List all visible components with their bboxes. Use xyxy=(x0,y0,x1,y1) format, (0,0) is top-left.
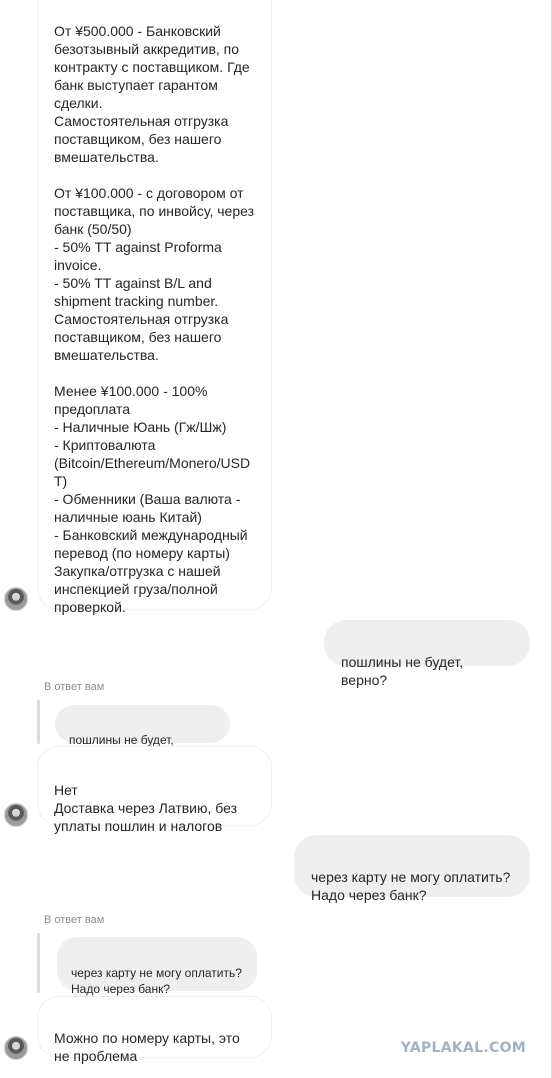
sender-avatar[interactable] xyxy=(4,803,28,827)
quote-bar xyxy=(37,700,40,744)
quoted-text: через карту не могу оплатить? Надо через… xyxy=(71,966,242,996)
reply-label: В ответ вам xyxy=(44,681,105,693)
message-text: Нет Доставка через Латвию, без уплаты по… xyxy=(54,782,238,834)
quoted-message[interactable]: через карту не могу оплатить? Надо через… xyxy=(57,937,257,996)
quoted-message[interactable]: пошлины не будет, верно? xyxy=(55,705,230,763)
reply-label: В ответ вам xyxy=(44,914,105,926)
message-me-question-2: через карту не могу оплатить? Надо через… xyxy=(294,835,530,903)
message-text: через карту не могу оплатить? Надо через… xyxy=(311,869,511,903)
message-payment-terms: От ¥500.000 - Банковский безотзывный акк… xyxy=(37,0,272,615)
watermark: YAPLAKAL.COM xyxy=(400,1040,526,1056)
message-text: От ¥500.000 - Банковский безотзывный акк… xyxy=(54,23,255,615)
sender-avatar[interactable] xyxy=(4,587,28,611)
message-answer-1: Нет Доставка через Латвию, без уплаты по… xyxy=(37,746,272,834)
message-text: пошлины не будет, верно? xyxy=(341,654,464,688)
quote-bar xyxy=(37,933,40,993)
message-text: Можно по номеру карты, это не проблема xyxy=(54,1030,240,1064)
message-me-question-1: пошлины не будет, верно? xyxy=(324,620,530,688)
message-answer-2: Можно по номеру карты, это не проблема xyxy=(37,996,272,1064)
sender-avatar[interactable] xyxy=(4,1036,28,1060)
